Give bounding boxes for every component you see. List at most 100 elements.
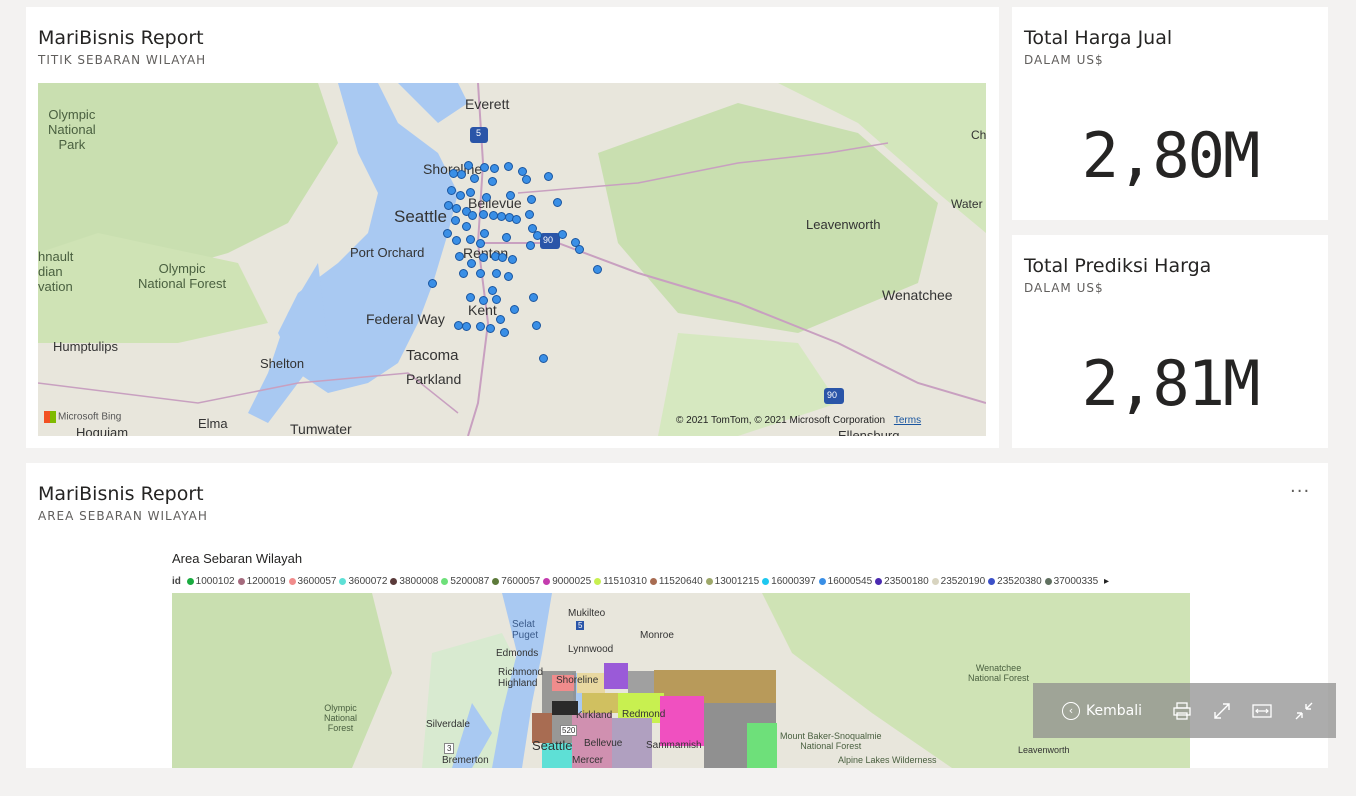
map-point[interactable] (452, 236, 461, 245)
legend-item[interactable]: 16000397 (762, 576, 816, 587)
map-point[interactable] (452, 204, 461, 213)
terms-link[interactable]: Terms (894, 415, 921, 426)
map-point[interactable] (522, 175, 531, 184)
print-button[interactable] (1167, 683, 1197, 738)
map-point[interactable] (527, 195, 536, 204)
collapse-button[interactable] (1289, 683, 1319, 738)
map-point[interactable] (532, 321, 541, 330)
legend-item[interactable]: 5200087 (441, 576, 489, 587)
legend-item[interactable]: 23520380 (988, 576, 1042, 587)
scatter-map[interactable]: 5 90 90 Everett Olympic National Park Sh… (38, 83, 986, 436)
map-point[interactable] (533, 231, 542, 240)
area-map[interactable]: Mukilteo Selat Puget Monroe Edmonds Lynn… (172, 593, 1190, 768)
map-point[interactable] (502, 233, 511, 242)
area-shield-3: 3 (444, 743, 455, 754)
map-point[interactable] (476, 322, 485, 331)
map-point[interactable] (467, 259, 476, 268)
map-point[interactable] (459, 269, 468, 278)
map-point[interactable] (498, 253, 507, 262)
map-point[interactable] (544, 172, 553, 181)
label-seattle: Seattle (394, 207, 447, 226)
legend-id: 3600057 (297, 576, 337, 587)
legend-dot (441, 577, 449, 585)
map-point[interactable] (512, 215, 521, 224)
map-point[interactable] (466, 235, 475, 244)
map-point[interactable] (504, 162, 513, 171)
map-point[interactable] (506, 191, 515, 200)
legend-item[interactable]: 3600072 (339, 576, 387, 587)
visual-toolbar: ‹ Kembali (1033, 683, 1336, 738)
map-point[interactable] (529, 293, 538, 302)
map-point[interactable] (455, 252, 464, 261)
map-point[interactable] (428, 279, 437, 288)
map-point[interactable] (479, 296, 488, 305)
map-point[interactable] (492, 295, 501, 304)
legend-item[interactable]: 13001215 (705, 576, 759, 587)
legend-dot (818, 577, 826, 585)
fit-width-button[interactable] (1247, 683, 1277, 738)
map-point[interactable] (451, 216, 460, 225)
map-point[interactable] (558, 230, 567, 239)
legend-item[interactable]: 37000335 (1044, 576, 1098, 587)
legend-item[interactable]: 3800008 (390, 576, 438, 587)
map-point[interactable] (443, 229, 452, 238)
map-point[interactable] (553, 198, 562, 207)
map-point[interactable] (500, 328, 509, 337)
map-point[interactable] (486, 324, 495, 333)
legend-item[interactable]: 9000025 (543, 576, 591, 587)
map-point[interactable] (482, 193, 491, 202)
legend-item[interactable]: 11520640 (649, 576, 703, 587)
legend-item[interactable]: 7600057 (492, 576, 540, 587)
map-point[interactable] (492, 269, 501, 278)
collapse-icon (1295, 702, 1313, 719)
interstate-5-label: 5 (476, 128, 482, 138)
map-point[interactable] (490, 164, 499, 173)
legend-item[interactable]: 1000102 (186, 576, 235, 587)
area-chart-title: Area Sebaran Wilayah (172, 551, 303, 566)
map-point[interactable] (480, 229, 489, 238)
map-point[interactable] (488, 177, 497, 186)
map-point[interactable] (488, 286, 497, 295)
map-point[interactable] (479, 210, 488, 219)
map-point[interactable] (504, 272, 513, 281)
map-point[interactable] (593, 265, 602, 274)
map-point[interactable] (457, 170, 466, 179)
map-point[interactable] (508, 255, 517, 264)
map-point[interactable] (476, 269, 485, 278)
back-button[interactable]: ‹ Kembali (1047, 683, 1157, 738)
map-point[interactable] (539, 354, 548, 363)
area-label-kirkland: Kirkland (576, 710, 613, 721)
map-point[interactable] (479, 253, 488, 262)
map-point[interactable] (456, 191, 465, 200)
map-point[interactable] (510, 305, 519, 314)
map-point[interactable] (468, 211, 477, 220)
expand-button[interactable] (1207, 683, 1237, 738)
map-point[interactable] (480, 163, 489, 172)
map-point[interactable] (464, 161, 473, 170)
legend-id: 3600072 (348, 576, 388, 587)
map-point[interactable] (526, 241, 535, 250)
map-point[interactable] (575, 245, 584, 254)
legend-item[interactable]: 1200019 (237, 576, 286, 587)
map-point[interactable] (462, 322, 471, 331)
map-point[interactable] (447, 186, 456, 195)
kpi-prediction-subtitle: DALAM US$ (1024, 281, 1104, 295)
legend-item[interactable]: 3600057 (288, 576, 337, 587)
map-point[interactable] (466, 293, 475, 302)
legend-item[interactable]: 11510310 (594, 576, 647, 587)
label-tacoma: Tacoma (406, 347, 459, 364)
legend-item[interactable]: 23520190 (931, 576, 985, 587)
map-point[interactable] (525, 210, 534, 219)
legend-item[interactable]: 16000545 (818, 576, 872, 587)
label-leavenworth: Leavenworth (806, 217, 881, 232)
map-point[interactable] (470, 174, 479, 183)
legend-next-icon[interactable]: ▸ (1104, 576, 1109, 587)
area-label-shoreline: Shoreline (556, 675, 599, 686)
map-point[interactable] (496, 315, 505, 324)
legend-dot (543, 577, 551, 585)
map-point[interactable] (476, 239, 485, 248)
map-point[interactable] (466, 188, 475, 197)
legend-item[interactable]: 23500180 (875, 576, 929, 587)
map-point[interactable] (462, 222, 471, 231)
more-options-button[interactable]: ··· (1290, 481, 1310, 502)
